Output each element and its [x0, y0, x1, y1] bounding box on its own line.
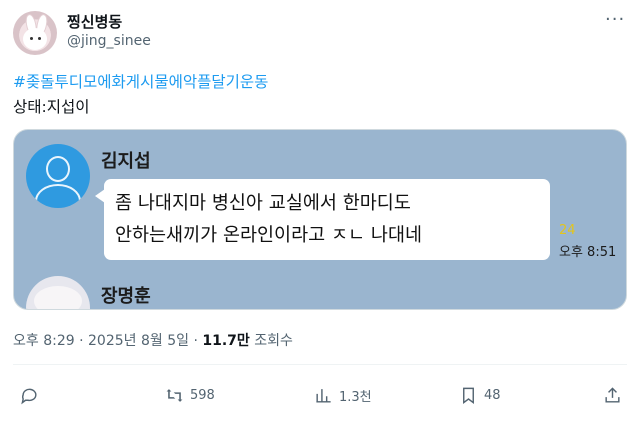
retweet-icon [166, 389, 183, 402]
tweet-time[interactable]: 오후 8:29 [13, 333, 75, 349]
tweet-media-image[interactable]: 김지섭 좀 나대지마 병신아 교실에서 한마디도 안하는새끼가 온라인이라고 ㅈ… [13, 129, 627, 310]
chat-message-line: 좀 나대지마 병신아 교실에서 한마디도 [115, 193, 411, 214]
reply-button[interactable] [20, 386, 39, 405]
chat-message-line: 안하는새끼가 온라인이라고 ㅈㄴ 나대네 [115, 225, 422, 246]
bookmark-button[interactable]: 48 [459, 386, 501, 405]
views-count: 1.3천 [339, 390, 372, 405]
divider [13, 364, 627, 365]
chat-sender-name: 장명훈 [101, 286, 151, 307]
unread-count: 24 [559, 223, 576, 238]
chat-sender-name: 김지섭 [101, 151, 151, 172]
view-count: 11.7만 [202, 333, 250, 349]
chat-message-time: 오후 8:51 [559, 245, 617, 260]
share-icon [605, 387, 620, 403]
tweet-date[interactable]: 2025년 8월 5일 [88, 333, 189, 349]
bookmark-count: 48 [484, 388, 501, 403]
tweet-text: 상태:지섭이 [13, 98, 90, 116]
reply-icon [21, 388, 37, 405]
author-name[interactable]: 찡신병동 [67, 11, 122, 32]
author-handle[interactable]: @jing_sinee [67, 33, 151, 49]
views-button[interactable]: 1.3천 [314, 386, 372, 405]
author-avatar[interactable] [13, 11, 57, 55]
default-profile-icon [26, 144, 90, 208]
more-icon[interactable]: ··· [605, 9, 625, 30]
share-button[interactable] [603, 386, 622, 405]
chat-message-bubble: 좀 나대지마 병신아 교실에서 한마디도 안하는새끼가 온라인이라고 ㅈㄴ 나대… [95, 179, 550, 260]
chat-profile-picture [26, 276, 90, 309]
retweet-button[interactable]: 598 [165, 386, 215, 405]
view-count-label: 조회수 [254, 333, 293, 349]
retweet-count: 598 [190, 388, 215, 403]
hashtag-link[interactable]: #좆돌투디모에화게시물에악플달기운동 [13, 70, 268, 92]
views-icon [316, 389, 331, 403]
tweet-meta: 오후 8:29 · 2025년 8월 5일 · 11.7만 조회수 [13, 333, 293, 349]
bookmark-icon [463, 387, 474, 405]
